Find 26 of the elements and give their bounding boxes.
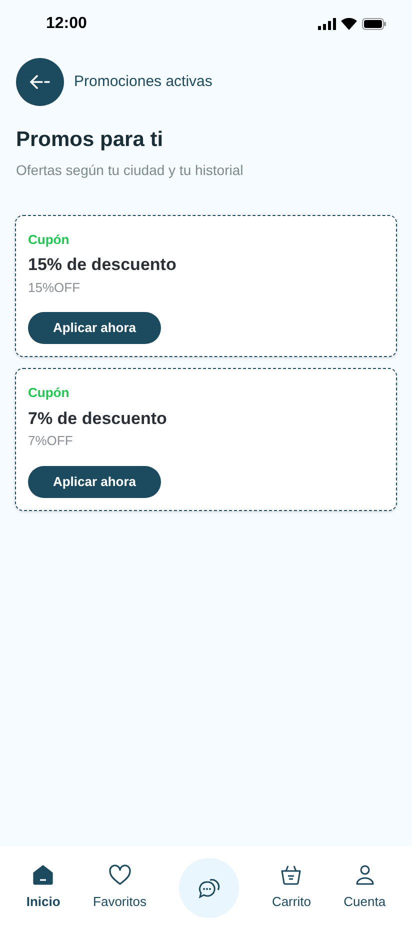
coupon-tag: Cupón bbox=[28, 383, 70, 402]
coupon-title: 7% de descuento bbox=[28, 408, 167, 430]
signal-icon bbox=[318, 18, 336, 30]
apply-button[interactable]: Aplicar ahora bbox=[28, 312, 161, 344]
nav-tab[interactable]: Favoritos bbox=[93, 864, 146, 912]
status-time: 12:00 bbox=[46, 14, 87, 34]
coupon-code: 15%OFF bbox=[28, 278, 80, 296]
coupon-title: 15% de descuento bbox=[28, 254, 176, 276]
wifi-icon bbox=[341, 18, 357, 30]
battery-icon bbox=[362, 18, 386, 30]
nav-tab[interactable]: Carrito bbox=[272, 864, 311, 912]
heart-icon bbox=[108, 864, 132, 886]
header-title: Promociones activas bbox=[74, 72, 212, 92]
apply-button[interactable]: Aplicar ahora bbox=[28, 466, 161, 498]
chat-icon bbox=[197, 876, 222, 900]
user-icon bbox=[354, 864, 376, 886]
basket-icon bbox=[279, 864, 304, 886]
nav-tab[interactable]: Cuenta bbox=[344, 864, 386, 912]
coupon-tag: Cupón bbox=[28, 230, 70, 249]
nav-tab[interactable]: Inicio bbox=[26, 864, 60, 912]
coupon-code: 7%OFF bbox=[28, 432, 73, 450]
back-arrow-icon bbox=[30, 75, 50, 89]
home-icon bbox=[32, 864, 54, 886]
back-button[interactable] bbox=[16, 58, 64, 106]
page-subtitle: Ofertas según tu ciudad y tu historial bbox=[15, 160, 244, 180]
page-heading: Promos para ti bbox=[15, 127, 164, 153]
